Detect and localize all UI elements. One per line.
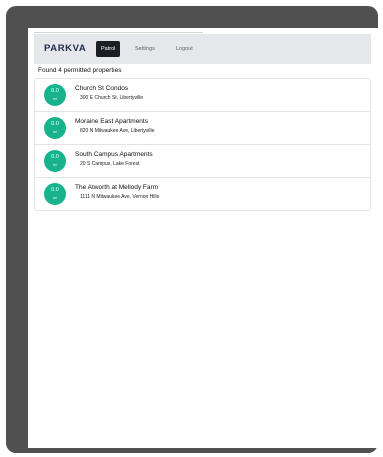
distance-value: 0.0 (51, 187, 59, 193)
property-row[interactable]: 0.0 mi Church St Condos 300 E Church St,… (35, 79, 370, 111)
distance-value: 0.0 (51, 121, 59, 127)
distance-badge: 0.0 mi (44, 183, 66, 205)
nav-settings[interactable]: Settings (130, 41, 160, 57)
property-name: The Atworth at Mellody Farm (75, 184, 159, 191)
property-address: 820 N Milwaukee Ave, Libertyville (80, 128, 155, 134)
distance-unit: mi (53, 196, 57, 200)
nav-logout[interactable]: Logout (171, 41, 198, 57)
property-name: Moraine East Apartments (75, 118, 148, 125)
top-divider (34, 32, 203, 33)
app-screen: PARKVA Patrol Settings Logout Found 4 pe… (28, 28, 378, 448)
property-address: 20 S Campus, Lake Forest (80, 161, 140, 167)
property-address: 1111 N Milwaukee Ave, Vernon Hills (80, 194, 160, 200)
distance-badge: 0.0 mi (44, 117, 66, 139)
brand-logo[interactable]: PARKVA (44, 43, 86, 54)
property-row[interactable]: 0.0 mi Moraine East Apartments 820 N Mil… (35, 111, 370, 144)
property-list: 0.0 mi Church St Condos 300 E Church St,… (34, 78, 371, 211)
distance-badge: 0.0 mi (44, 150, 66, 172)
property-address: 300 E Church St, Libertyville (80, 95, 144, 101)
device-frame: PARKVA Patrol Settings Logout Found 4 pe… (6, 6, 378, 453)
distance-unit: mi (53, 97, 57, 101)
nav-patrol[interactable]: Patrol (96, 41, 121, 57)
distance-unit: mi (53, 130, 57, 134)
distance-badge: 0.0 mi (44, 84, 66, 106)
distance-unit: mi (53, 163, 57, 167)
property-name: South Campus Apartments (75, 151, 153, 158)
property-name: Church St Condos (75, 85, 129, 92)
distance-value: 0.0 (51, 88, 59, 94)
property-row[interactable]: 0.0 mi The Atworth at Mellody Farm 1111 … (35, 177, 370, 210)
results-summary: Found 4 permitted properties (38, 67, 122, 74)
property-row[interactable]: 0.0 mi South Campus Apartments 20 S Camp… (35, 144, 370, 177)
distance-value: 0.0 (51, 154, 59, 160)
navbar: PARKVA Patrol Settings Logout (34, 34, 371, 64)
